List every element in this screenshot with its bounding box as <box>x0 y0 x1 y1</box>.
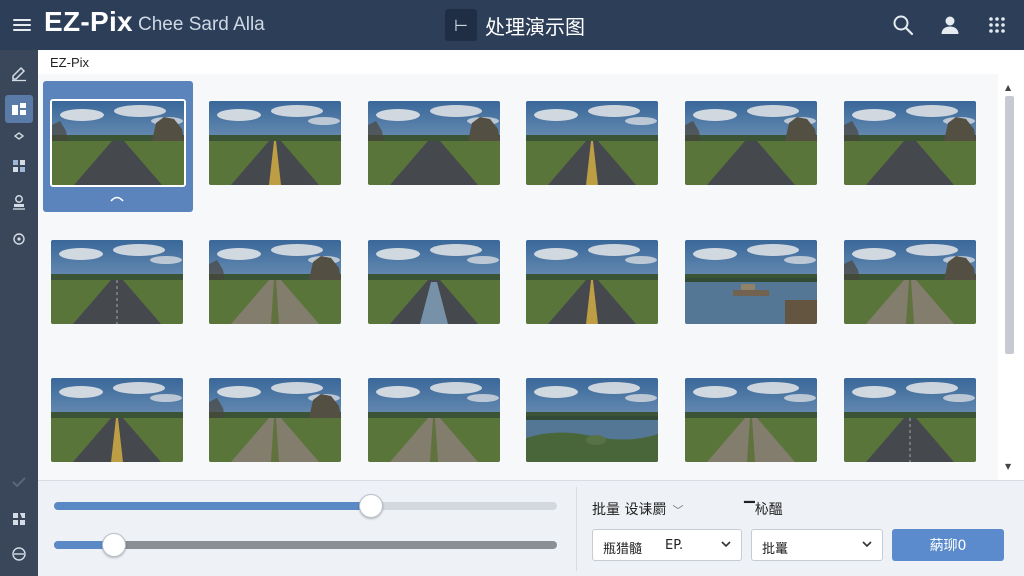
thumbnail[interactable] <box>685 378 817 462</box>
thumbnail-selected[interactable] <box>43 81 193 212</box>
thumbnail[interactable] <box>844 240 976 324</box>
main-panel: EZ-Pix ▲ ▼ <box>38 50 1024 480</box>
puzzle-icon[interactable] <box>5 152 33 180</box>
vertical-scrollbar[interactable]: ▲ ▼ <box>998 74 1024 480</box>
page-title-group: ⊢ 处理演示图 <box>445 9 585 41</box>
page-title: 处理演示图 <box>485 14 585 39</box>
format-select-value: EP. <box>665 538 684 553</box>
target-icon[interactable] <box>5 225 33 253</box>
slider-2[interactable] <box>54 533 557 557</box>
right-label: ▔杺醞 <box>744 502 783 518</box>
thumbnail[interactable] <box>526 240 658 324</box>
user-icon[interactable] <box>938 13 962 37</box>
slider-1-knob[interactable] <box>358 494 383 518</box>
thumbnail[interactable] <box>51 240 183 324</box>
apply-button[interactable]: 蒳珋0 <box>892 529 1004 561</box>
search-icon[interactable] <box>891 13 915 37</box>
thumbnail[interactable] <box>51 378 183 462</box>
thumbnail[interactable] <box>685 101 817 185</box>
batch-select-value: 批鼍 <box>762 542 789 557</box>
thumbnail[interactable] <box>209 101 341 185</box>
stamp-icon[interactable] <box>5 188 33 216</box>
scroll-down-icon[interactable]: ▼ <box>1005 462 1011 471</box>
edit-icon[interactable] <box>5 59 33 87</box>
chevron-down-icon <box>862 541 872 548</box>
thumbnail[interactable] <box>368 101 500 185</box>
top-header: EZ-Pix Chee Sard Alla ⊢ 处理演示图 <box>0 0 1024 50</box>
thumbnail[interactable] <box>526 378 658 462</box>
app-window: EZ-Pix Chee Sard Alla ⊢ 处理演示图 EZ-Pix ▲ ▼… <box>0 0 1024 576</box>
thumbnail[interactable] <box>209 378 341 462</box>
thumbnail[interactable] <box>685 240 817 324</box>
batch-settings-label: 批量 设诔罽 <box>592 502 667 518</box>
bottom-controls: 批量 设诔罽 ﹀ ▔杺醞 瓶猎髓 EP. 批鼍 蒳珋0 <box>38 480 1024 576</box>
app-title: EZ-Pix <box>44 6 133 37</box>
thumbnail-image <box>50 99 186 187</box>
scroll-up-icon[interactable]: ▲ <box>1005 83 1011 92</box>
swap-icon[interactable] <box>5 540 33 568</box>
format-select-label: 瓶猎髓 <box>603 542 643 557</box>
folder-icon[interactable] <box>5 505 33 533</box>
thumbnail[interactable] <box>844 378 976 462</box>
slider-1[interactable] <box>54 494 557 518</box>
chevron-down-icon <box>721 541 731 548</box>
format-select[interactable]: 瓶猎髓 EP. <box>592 529 742 561</box>
scroll-thumb[interactable] <box>1005 96 1014 354</box>
thumbnail[interactable] <box>368 240 500 324</box>
selection-indicator-icon <box>110 196 124 202</box>
tab-ez-pix[interactable]: EZ-Pix <box>38 50 112 74</box>
menu-icon[interactable] <box>10 13 34 37</box>
app-subtitle: Chee Sard Alla <box>138 14 265 35</box>
sidebar <box>0 50 38 576</box>
diamond-icon[interactable] <box>5 122 33 150</box>
thumbnail[interactable] <box>526 101 658 185</box>
thumbnail[interactable] <box>368 378 500 462</box>
chevron-down-icon: ﹀ <box>672 504 684 517</box>
apps-grid-icon[interactable] <box>985 13 1009 37</box>
slider-2-knob[interactable] <box>102 533 127 557</box>
thumbnail[interactable] <box>844 101 976 185</box>
thumbnail-grid <box>38 74 998 480</box>
check-icon[interactable] <box>5 468 33 496</box>
batch-settings-dropdown[interactable]: 批量 设诔罽 ﹀ <box>592 499 683 519</box>
back-button[interactable]: ⊢ <box>445 9 477 41</box>
divider <box>576 487 577 571</box>
thumbnail[interactable] <box>209 240 341 324</box>
batch-select[interactable]: 批鼍 <box>751 529 883 561</box>
layers-icon[interactable] <box>5 95 33 123</box>
